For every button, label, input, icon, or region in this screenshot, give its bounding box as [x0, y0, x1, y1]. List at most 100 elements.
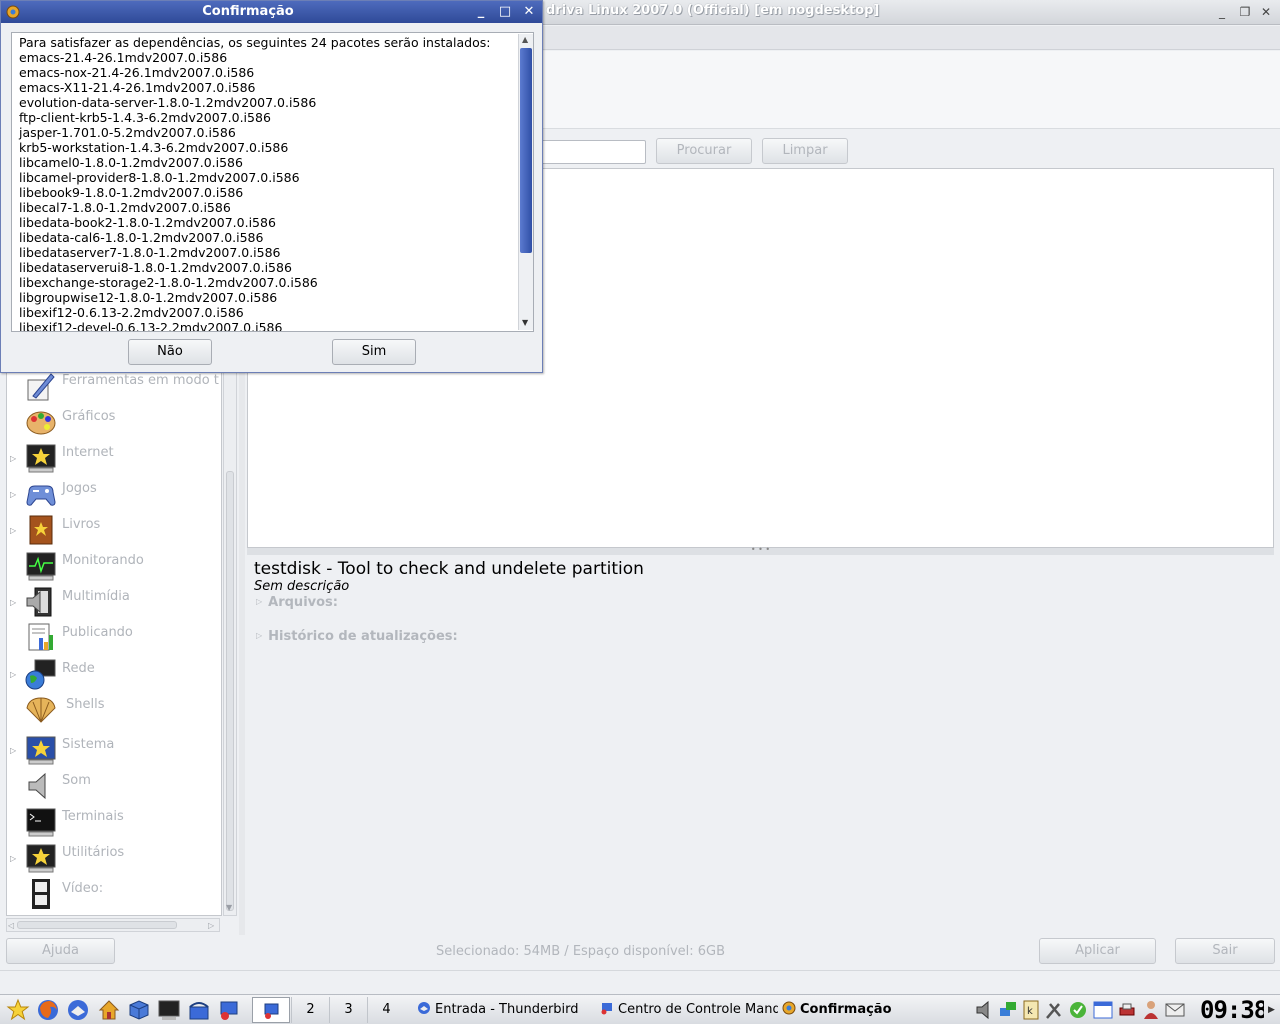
gamepad-icon [26, 485, 56, 506]
tree-vertical-scrollbar[interactable]: ▼ [223, 370, 237, 916]
history-label: Histórico de atualizações: [268, 629, 458, 644]
dialog-titlebar[interactable]: Confirmação _ □ ✕ [1, 1, 542, 23]
dialog-scrollbar[interactable]: ▲ ▼ [518, 34, 533, 330]
scroll-thumb[interactable] [226, 471, 234, 911]
clock[interactable]: 09:38 [1200, 997, 1264, 1023]
package-line: jasper-1.701.0-5.2mdv2007.0.i586 [19, 125, 236, 140]
apply-button[interactable]: Aplicar [1039, 938, 1156, 964]
no-button[interactable]: Não [128, 339, 212, 365]
category-label: Sistema [62, 737, 115, 752]
yes-button[interactable]: Sim [332, 339, 416, 365]
task-label: Centro de Controle Mandriva [618, 1002, 778, 1017]
category-item-livros[interactable]: ▷ Livros [7, 512, 221, 548]
document-chart-icon [28, 623, 53, 651]
search-button[interactable]: Procurar [656, 138, 752, 164]
category-item-utilitarios[interactable]: ▷ Utilitários [7, 840, 221, 876]
scroll-thumb[interactable] [17, 921, 177, 929]
task-label: Confirmação [800, 1002, 892, 1017]
expand-arrow-icon[interactable]: ▷ [10, 598, 16, 607]
category-item-publicando[interactable]: Publicando [7, 620, 221, 656]
help-button[interactable]: Ajuda [6, 938, 115, 964]
category-tree[interactable]: Ferramentas em modo t Gráficos ▷ Interne… [6, 370, 222, 916]
expand-arrow-icon[interactable]: ▷ [10, 490, 16, 499]
category-item-internet[interactable]: ▷ Internet [7, 440, 221, 476]
task-control-center[interactable]: Centro de Controle Mandriva [600, 997, 778, 1023]
desktop-3-button[interactable]: 3 [329, 997, 367, 1023]
network-icon[interactable] [998, 998, 1018, 1022]
history-expander[interactable]: ▷ Histórico de atualizações: [256, 629, 458, 644]
calendar-icon[interactable] [1092, 998, 1114, 1022]
scroll-left-icon[interactable]: ◁ [8, 921, 14, 930]
expand-arrow-icon[interactable]: ▷ [10, 746, 16, 755]
clear-button[interactable]: Limpar [762, 138, 848, 164]
close-icon[interactable]: ✕ [520, 4, 538, 20]
task-thunderbird[interactable]: Entrada - Thunderbird [417, 997, 595, 1023]
category-item-video[interactable]: Vídeo: [7, 876, 221, 912]
tools-icon[interactable] [1044, 998, 1064, 1022]
quit-button[interactable]: Sair [1175, 938, 1275, 964]
expand-arrow-icon[interactable]: ▷ [10, 526, 16, 535]
desktop-4-button[interactable]: 4 [367, 997, 405, 1023]
category-item-multimidia[interactable]: ▷ Multimídia [7, 584, 221, 620]
category-item-ferramentas[interactable]: Ferramentas em modo t [7, 370, 221, 404]
klipper-icon[interactable]: k [1021, 998, 1041, 1022]
package-line: libedataserverui8-1.8.0-1.2mdv2007.0.i58… [19, 260, 292, 275]
expand-arrow-icon[interactable]: ▷ [10, 854, 16, 863]
package-line: evolution-data-server-1.8.0-1.2mdv2007.0… [19, 95, 317, 110]
category-item-som[interactable]: Som [7, 768, 221, 804]
maximize-icon[interactable]: □ [496, 4, 514, 20]
expander-arrow-icon: ▷ [256, 597, 263, 606]
horizontal-splitter[interactable]: • • • [247, 546, 1274, 555]
control-center-icon[interactable] [217, 998, 241, 1022]
task-confirmation[interactable]: Confirmação [782, 997, 962, 1023]
category-item-monitorando[interactable]: Monitorando [7, 548, 221, 584]
search-input[interactable] [540, 140, 646, 164]
volume-icon[interactable] [975, 998, 995, 1022]
restore-icon[interactable]: ❐ [1237, 5, 1253, 19]
thunderbird-icon[interactable] [66, 998, 90, 1022]
scroll-down-icon[interactable]: ▼ [522, 318, 528, 327]
terminal-icon[interactable] [157, 998, 181, 1022]
package-line: ftp-client-krb5-1.4.3-6.2mdv2007.0.i586 [19, 110, 271, 125]
tree-horizontal-scrollbar[interactable]: ◁ ▷ [6, 918, 220, 932]
scroll-up-icon[interactable]: ▲ [522, 35, 528, 44]
desktop-2-button[interactable]: 2 [291, 997, 329, 1023]
category-item-graficos[interactable]: Gráficos [7, 404, 221, 440]
user-icon[interactable] [1141, 998, 1161, 1022]
expand-arrow-icon[interactable]: ▷ [10, 670, 16, 679]
expand-arrow-icon[interactable]: ▷ [10, 454, 16, 463]
film-icon [32, 879, 50, 909]
category-item-sistema[interactable]: ▷ Sistema [7, 732, 221, 768]
phone-icon[interactable] [187, 998, 211, 1022]
minimize-icon[interactable]: _ [1214, 5, 1230, 19]
dependency-list[interactable]: Para satisfazer as dependências, os segu… [11, 32, 534, 332]
category-item-jogos[interactable]: ▷ Jogos [7, 476, 221, 512]
category-item-terminais[interactable]: Terminais [7, 804, 221, 840]
scroll-down-icon[interactable]: ▼ [226, 903, 232, 912]
mail-icon[interactable] [1164, 998, 1186, 1022]
category-item-shells[interactable]: Shells [7, 692, 221, 728]
vertical-splitter[interactable] [239, 370, 245, 935]
app-icon [782, 1001, 796, 1015]
update-ok-icon[interactable] [1068, 998, 1088, 1022]
category-item-rede[interactable]: ▷ Rede [7, 656, 221, 692]
desktop-1-button[interactable] [252, 997, 290, 1023]
package-description: Sem descrição [254, 579, 350, 594]
close-icon[interactable]: ✕ [1258, 5, 1274, 19]
package-icon[interactable] [127, 998, 151, 1022]
package-line: libexif12-devel-0.6.13-2.2mdv2007.0.i586 [19, 320, 283, 332]
expander-arrow-icon: ▷ [256, 631, 263, 640]
star-menu-icon[interactable] [6, 998, 30, 1022]
home-icon[interactable] [97, 998, 121, 1022]
printer-icon[interactable] [1117, 998, 1137, 1022]
category-label: Som [62, 773, 91, 788]
scroll-right-icon[interactable]: ▷ [208, 921, 214, 930]
firefox-icon[interactable] [36, 998, 60, 1022]
scroll-thumb[interactable] [520, 48, 532, 253]
star-monitor-icon [26, 736, 56, 765]
control-center-icon [601, 1003, 612, 1015]
minimize-icon[interactable]: _ [472, 4, 490, 20]
palette-icon [26, 411, 56, 435]
panel-arrow-icon[interactable]: ▶ [1268, 1005, 1275, 1015]
files-expander[interactable]: ▷ Arquivos: [256, 595, 338, 610]
